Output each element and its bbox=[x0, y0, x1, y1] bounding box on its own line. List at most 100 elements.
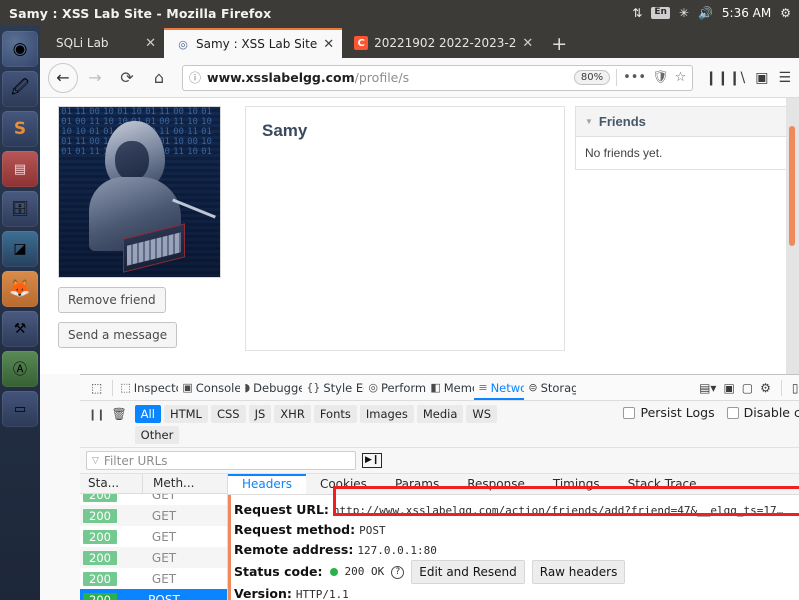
new-tab-button[interactable]: + bbox=[541, 35, 577, 58]
gear-icon[interactable]: ⚙ bbox=[780, 7, 791, 19]
persist-logs-option[interactable]: Persist Logs bbox=[623, 405, 715, 420]
filter-fonts[interactable]: Fonts bbox=[313, 405, 357, 423]
filter-other[interactable]: Other bbox=[134, 426, 180, 444]
zoom-level-badge[interactable]: 80% bbox=[573, 70, 611, 85]
table-row[interactable]: 200 GET bbox=[80, 505, 227, 526]
dock-item-sublime-text[interactable]: S bbox=[2, 111, 38, 147]
reload-button[interactable]: ⟳ bbox=[112, 63, 142, 93]
tab-storage[interactable]: ⊜Storage bbox=[524, 375, 576, 400]
tab-headers[interactable]: Headers bbox=[228, 474, 306, 494]
help-icon[interactable]: ? bbox=[391, 565, 405, 579]
sidebar-icon[interactable]: ▣ bbox=[755, 70, 768, 86]
filter-js[interactable]: JS bbox=[248, 405, 272, 423]
dock-side-icon[interactable]: ▯ bbox=[792, 381, 799, 395]
address-bar[interactable]: ⓘ www.xsslabelgg.com/profile/s 80% ••• 🛡… bbox=[182, 64, 694, 91]
tab-samy-xss-lab-site[interactable]: ◎ Samy : XSS Lab Site ✕ bbox=[164, 28, 343, 58]
table-row[interactable]: 200 GET bbox=[80, 526, 227, 547]
dock-item-ubuntu-logo[interactable]: ◉ bbox=[2, 31, 38, 67]
forward-button[interactable]: → bbox=[80, 63, 110, 93]
status-badge: 200 bbox=[83, 550, 117, 565]
split-console-icon[interactable]: ▣ bbox=[723, 381, 734, 395]
page-actions-icon[interactable]: ••• bbox=[623, 70, 646, 85]
send-message-button[interactable]: Send a message bbox=[58, 322, 178, 348]
filter-images[interactable]: Images bbox=[359, 405, 414, 423]
request-url-value[interactable]: http://www.xsslabelgg.com/action/friends… bbox=[333, 504, 783, 517]
close-icon[interactable]: ✕ bbox=[323, 38, 334, 51]
filter-xhr[interactable]: XHR bbox=[274, 405, 311, 423]
checkbox[interactable] bbox=[623, 406, 636, 419]
play-icon[interactable]: ▶❙ bbox=[362, 453, 383, 468]
network-updown-icon[interactable]: ⇅ bbox=[632, 7, 642, 19]
library-icon[interactable]: ❙❙❙\ bbox=[705, 70, 745, 86]
home-button[interactable]: ⌂ bbox=[144, 63, 174, 93]
devtools-settings-icon[interactable]: ⚙ bbox=[760, 381, 771, 395]
search-input[interactable]: ▽ Filter URLs bbox=[86, 451, 356, 470]
tab-debugger[interactable]: ◗Debugger bbox=[240, 375, 302, 400]
page-scrollbar[interactable] bbox=[786, 98, 799, 374]
column-method[interactable]: Meth... bbox=[142, 474, 227, 493]
table-row[interactable]: 200 GET bbox=[80, 494, 227, 505]
dock-item-android-studio[interactable]: Ⓐ bbox=[2, 351, 38, 387]
text-editor-icon: 🖉 bbox=[10, 77, 30, 98]
face-shadow bbox=[115, 141, 149, 181]
close-icon[interactable]: ✕ bbox=[522, 37, 533, 50]
dock-item-text-editor[interactable]: 🖉 bbox=[2, 71, 38, 107]
tab-cookies[interactable]: Cookies bbox=[306, 474, 381, 494]
dock-item-system-tools[interactable]: ⚒ bbox=[2, 311, 38, 347]
edit-and-resend-button[interactable]: Edit and Resend bbox=[411, 560, 525, 584]
volume-icon[interactable]: 🔊 bbox=[698, 7, 713, 19]
tab-csdn-course[interactable]: C 20221902 2022-2023-2 ✕ bbox=[342, 28, 541, 58]
network-filter-bar: ❙❙ 🗑 All HTML CSS JS XHR Fonts Images Me… bbox=[80, 401, 799, 448]
filter-css[interactable]: CSS bbox=[210, 405, 246, 423]
shield-icon[interactable]: 🛡 bbox=[652, 70, 669, 85]
responsive-layout-icon[interactable]: ▤▾ bbox=[699, 381, 716, 395]
tab-stack-trace[interactable]: Stack Trace bbox=[614, 474, 711, 494]
filter-media[interactable]: Media bbox=[416, 405, 464, 423]
filter-html[interactable]: HTML bbox=[163, 405, 208, 423]
table-row[interactable]: 200 GET bbox=[80, 568, 227, 589]
dock-item-firefox[interactable]: 🦊 bbox=[2, 271, 38, 307]
trash-icon[interactable]: 🗑 bbox=[109, 405, 134, 421]
friends-panel-header[interactable]: ▼ Friends bbox=[576, 107, 788, 137]
pause-icon[interactable]: ❙❙ bbox=[86, 405, 109, 421]
element-picker-icon[interactable]: ⬚ bbox=[84, 381, 109, 395]
tab-sqli-lab[interactable]: SQLi Lab ✕ bbox=[44, 28, 164, 58]
tab-memory[interactable]: ◧Memory bbox=[426, 375, 474, 400]
menu-icon[interactable]: ☰ bbox=[778, 70, 791, 86]
dock-item-more-apps[interactable]: ▭ bbox=[2, 391, 38, 427]
tab-performance[interactable]: ◎Performance bbox=[364, 375, 426, 400]
network-options: Persist Logs Disable cache bbox=[623, 405, 799, 420]
tab-inspector[interactable]: ⬚Inspector bbox=[116, 375, 178, 400]
filter-ws[interactable]: WS bbox=[466, 405, 498, 423]
tab-console[interactable]: ▣ Console bbox=[178, 375, 240, 400]
info-icon[interactable]: ⓘ bbox=[189, 69, 201, 86]
tab-params[interactable]: Params bbox=[381, 474, 453, 494]
keyboard-layout-indicator[interactable]: En bbox=[651, 7, 670, 19]
scrollbar-thumb[interactable] bbox=[789, 126, 795, 246]
dock-item-terminal[interactable]: ▤ bbox=[2, 151, 38, 187]
disable-cache-option[interactable]: Disable cache bbox=[726, 405, 799, 420]
tab-style-editor[interactable]: {}Style Editor bbox=[302, 375, 364, 400]
bluetooth-icon[interactable]: ✳ bbox=[679, 7, 689, 19]
chevron-down-icon[interactable]: ▼ bbox=[585, 117, 593, 126]
table-row-selected[interactable]: 200 POST bbox=[80, 589, 227, 600]
dock-item-file-manager[interactable]: 🗄 bbox=[2, 191, 38, 227]
tab-network[interactable]: ≡Network bbox=[474, 375, 524, 400]
table-row[interactable]: 200 GET bbox=[80, 547, 227, 568]
divider bbox=[780, 379, 782, 396]
back-button[interactable]: ← bbox=[48, 62, 78, 93]
clock[interactable]: 5:36 AM bbox=[722, 6, 771, 20]
screenshot-icon[interactable]: ▢ bbox=[742, 381, 753, 395]
bookmark-star-icon[interactable]: ☆ bbox=[675, 70, 687, 85]
checkbox[interactable] bbox=[726, 406, 739, 419]
filter-all[interactable]: All bbox=[134, 405, 161, 423]
tab-response[interactable]: Response bbox=[453, 474, 539, 494]
close-icon[interactable]: ✕ bbox=[145, 37, 156, 50]
remove-friend-button[interactable]: Remove friend bbox=[58, 287, 166, 313]
column-status[interactable]: Sta... bbox=[80, 474, 142, 493]
dock-item-charts-app[interactable]: ◪ bbox=[2, 231, 38, 267]
tab-timings[interactable]: Timings bbox=[539, 474, 614, 494]
url-text: www.xsslabelgg.com/profile/s bbox=[207, 70, 568, 85]
request-method-value: POST bbox=[359, 524, 386, 537]
raw-headers-button[interactable]: Raw headers bbox=[531, 560, 626, 584]
